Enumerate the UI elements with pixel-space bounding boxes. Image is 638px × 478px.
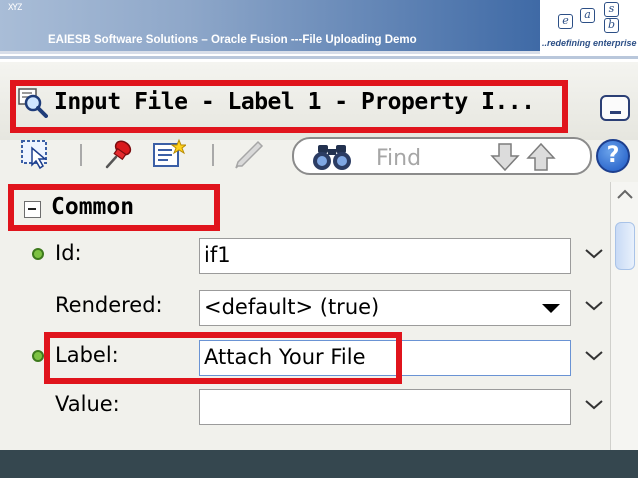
scroll-thumb[interactable] [615,222,635,270]
value-field[interactable] [199,389,571,425]
id-value: if1 [204,243,231,267]
company-logo: e a s b ..redefining enterprise [542,0,638,54]
logo-letter: b [604,18,619,33]
binoculars-icon [313,145,351,170]
select-icon[interactable] [20,138,54,170]
dropdown-arrow-icon[interactable] [542,304,560,313]
toolbar-separator [80,144,82,166]
chevron-down-icon[interactable] [583,346,605,364]
property-label: Rendered: [55,293,163,317]
help-button[interactable]: ? [596,139,630,173]
minimize-button[interactable] [600,95,630,121]
decorative-mark: XYZ [8,3,22,13]
chevron-down-icon[interactable] [583,395,605,413]
inspector-toolbar: Find ? [0,132,638,180]
arrow-up-icon[interactable] [526,142,556,172]
rendered-select[interactable]: <default> (true) [199,290,571,326]
chevron-down-icon[interactable] [583,296,605,314]
edit-icon[interactable] [152,138,186,170]
arrow-down-icon[interactable] [490,142,520,172]
slide-header: XYZ EAIESB Software Solutions – Oracle F… [0,0,638,56]
id-field[interactable]: if1 [199,238,571,274]
footer-band [0,450,638,478]
pin-icon[interactable] [102,138,136,170]
logo-letter: s [604,2,619,17]
property-row-value: Value: [0,385,610,429]
required-bullet-icon [32,350,44,362]
header-band: XYZ EAIESB Software Solutions – Oracle F… [0,0,540,54]
logo-letter: a [580,8,595,23]
property-label: Value: [55,392,120,416]
logo-tagline: ..redefining enterprise [542,38,637,48]
find-search-box[interactable]: Find [292,137,592,175]
vertical-scrollbar[interactable] [610,182,638,450]
chevron-down-icon[interactable] [583,244,605,262]
scroll-up-icon[interactable] [615,186,635,202]
header-divider [0,56,638,59]
pencil-icon[interactable] [232,138,266,170]
property-label: Id: [55,241,82,265]
rendered-value: <default> (true) [204,295,380,319]
property-row-id: Id: if1 [0,234,610,278]
slide-title: EAIESB Software Solutions – Oracle Fusio… [48,34,417,46]
label-highlight-box [44,332,402,384]
required-bullet-icon [32,248,44,260]
title-highlight-box [10,80,568,133]
property-row-rendered: Rendered: <default> (true) [0,286,610,330]
find-placeholder: Find [376,146,422,171]
section-highlight-box [8,184,220,231]
toolbar-separator [212,144,214,166]
logo-letter: e [558,14,573,29]
